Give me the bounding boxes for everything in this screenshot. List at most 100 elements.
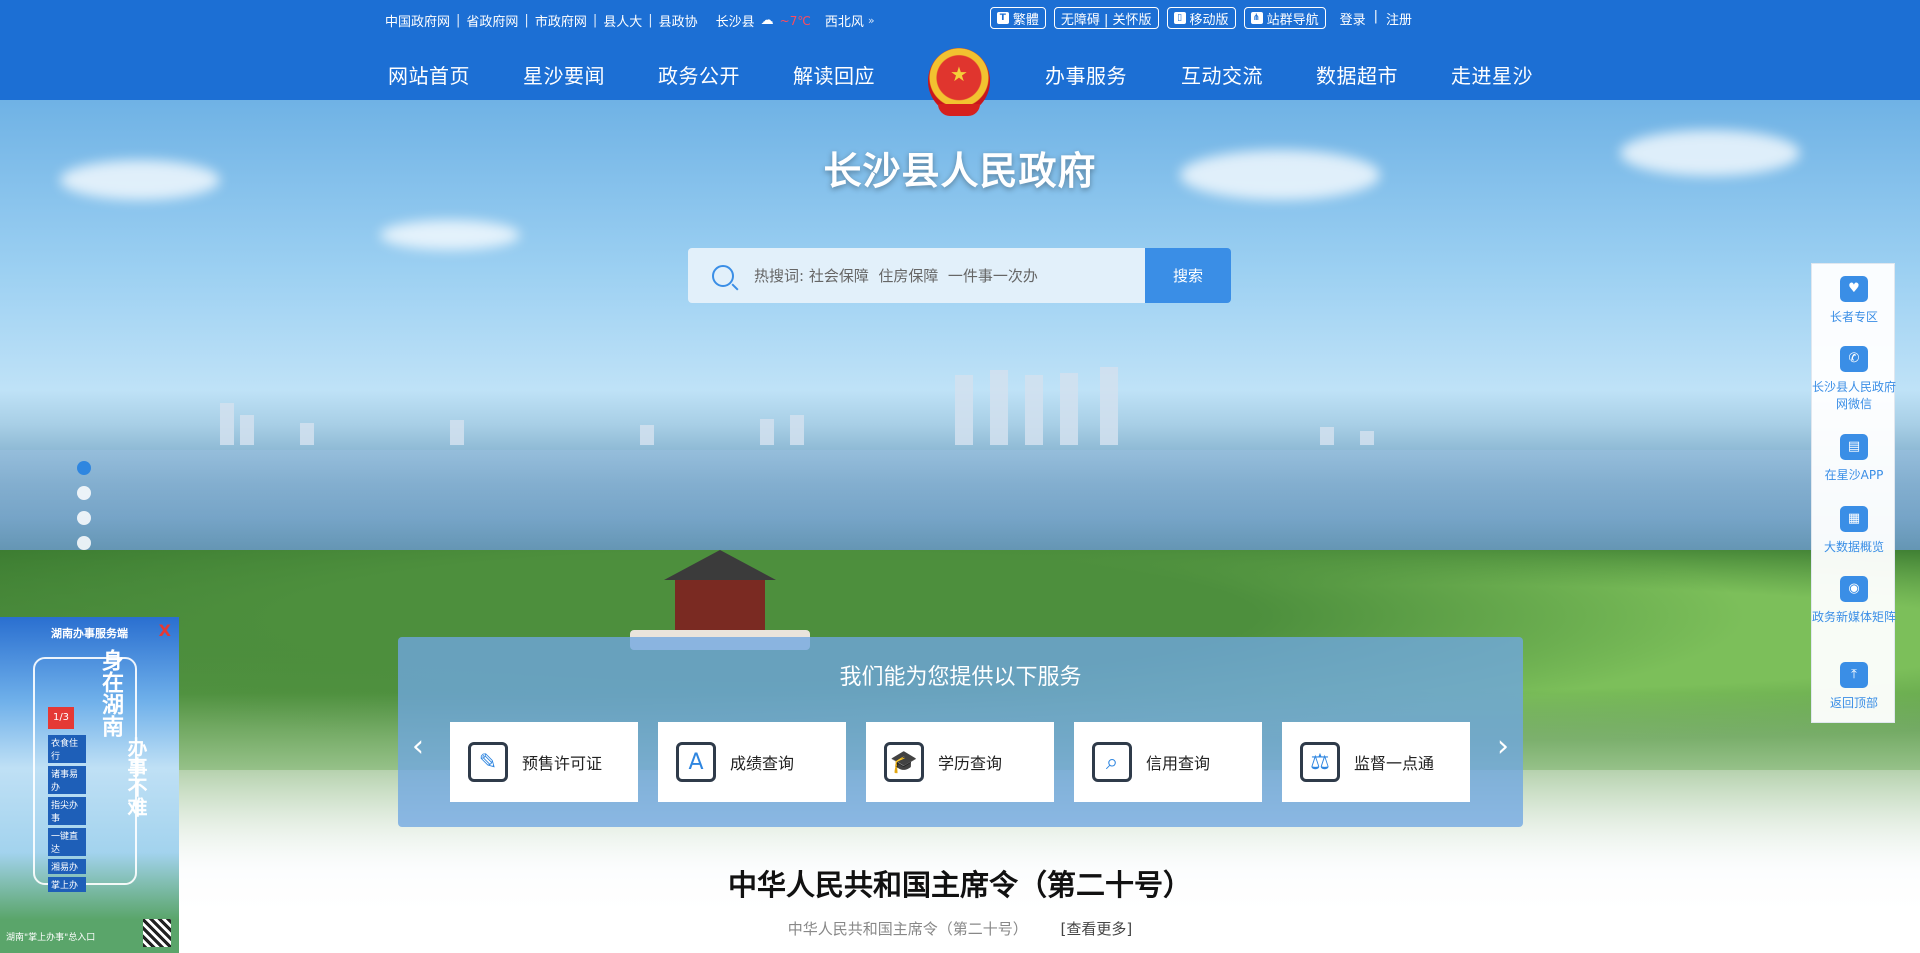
nav-gov-affairs[interactable]: 政务公开 <box>658 60 740 89</box>
link-central-gov[interactable]: 中国政府网 <box>385 11 450 30</box>
sidebar-item-label: 大数据概览 <box>1823 540 1884 554</box>
sidebar-item-label: 返回顶部 <box>1829 696 1878 710</box>
service-card-label: 监督一点通 <box>1354 754 1435 773</box>
ad-menu-item: 湘易办 <box>48 859 86 874</box>
chevron-right-icon[interactable]: › <box>1497 729 1509 764</box>
accessibility-label: 无障碍 | 关怀版 <box>1060 12 1152 28</box>
hunan-service-ad[interactable]: 湖南办事服务端 X 身在湖南 办事不难 1/3 衣食住行 诸事易办 指尖办事 一… <box>0 617 179 953</box>
ad-menu-item: 诸事易办 <box>48 766 86 794</box>
search-button[interactable]: 搜索 <box>1145 248 1231 303</box>
ad-header: 湖南办事服务端 <box>51 627 128 640</box>
service-card-grades[interactable]: A 成绩查询 <box>658 722 846 802</box>
sky-cloud <box>380 220 520 250</box>
site-group-nav-label: 站群导航 <box>1266 12 1319 28</box>
sidebar-item-media[interactable]: ◉ 政务新媒体矩阵 <box>1812 576 1896 625</box>
service-card-label: 信用查询 <box>1146 754 1211 773</box>
service-card-credit[interactable]: ⌕ 信用查询 <box>1074 722 1262 802</box>
nav-home[interactable]: 网站首页 <box>388 60 470 89</box>
sidebar-item-bigdata[interactable]: ▦ 大数据概览 <box>1812 506 1896 555</box>
news-subline[interactable]: 中华人民共和国主席令（第二十号） <box>788 920 1028 938</box>
arrow-up-icon: ⤒ <box>1840 662 1868 688</box>
search-box <box>688 248 1145 303</box>
sidebar-item-label: 在星沙APP <box>1824 468 1884 482</box>
search-input[interactable] <box>752 265 1082 286</box>
qr-code-icon <box>143 919 171 947</box>
sidebar-item-label: 政务新媒体矩阵 <box>1812 610 1897 624</box>
services-title: 我们能为您提供以下服务 <box>839 665 1082 690</box>
grade-a-icon: A <box>676 742 716 782</box>
service-cards: ✎ 预售许可证 A 成绩查询 🎓 学历查询 ⌕ 信用查询 ⚖ 监督一点通 <box>450 722 1470 802</box>
ad-menu-item: 掌上办 <box>48 877 86 892</box>
weather-widget: 长沙县 ☁ ~7℃ 西北风 » <box>716 11 875 30</box>
carousel-dot-2[interactable] <box>77 486 91 500</box>
mobile-icon: ▯ <box>1173 12 1186 24</box>
ad-menu-item: 指尖办事 <box>48 797 86 825</box>
ad-slogan-1: 身在湖南 <box>98 649 123 737</box>
ad-menu-item: 衣食住行 <box>48 735 86 763</box>
sidebar-item-elderly[interactable]: ♥ 长者专区 <box>1812 276 1896 325</box>
weather-location: 长沙县 <box>715 15 755 30</box>
nav-about[interactable]: 走进星沙 <box>1451 60 1533 89</box>
sidebar-item-label: 长者专区 <box>1829 310 1878 324</box>
top-utility-bar: 中国政府网 | 省政府网 | 市政府网 | 县人大 | 县政协 长沙县 ☁ ~7℃ 西北… <box>0 0 1920 40</box>
register-link[interactable]: 注册 <box>1386 9 1412 28</box>
news-headline[interactable]: 中华人民共和国主席令（第二十号） <box>0 862 1920 904</box>
ad-logo: 1/3 <box>48 707 74 729</box>
nav-interaction[interactable]: 互动交流 <box>1181 60 1263 89</box>
chevron-left-icon[interactable]: ‹ <box>412 729 424 764</box>
nav-services[interactable]: 办事服务 <box>1045 60 1127 89</box>
ad-slogan-2: 办事不难 <box>124 737 148 817</box>
top-links: 中国政府网 | 省政府网 | 市政府网 | 县人大 | 县政协 长沙县 ☁ ~7℃ 西北… <box>385 11 875 30</box>
nav-news[interactable]: 星沙要闻 <box>523 60 605 89</box>
login-link[interactable]: 登录 <box>1340 9 1366 28</box>
scales-icon: ⚖ <box>1300 742 1340 782</box>
nav-interpretation[interactable]: 解读回应 <box>793 60 875 89</box>
site-title: 长沙县人民政府 <box>823 149 1097 193</box>
link-county-congress[interactable]: 县人大 <box>603 11 642 30</box>
rain-cloud-icon: ☁ <box>760 13 774 28</box>
sitemap-icon: ⋔ <box>1250 12 1263 24</box>
link-province-gov[interactable]: 省政府网 <box>466 11 518 30</box>
emblem-star: ★ <box>950 62 968 86</box>
city-skyline <box>0 367 1920 445</box>
news-subline-row: 中华人民共和国主席令（第二十号） [查看更多] <box>0 918 1920 939</box>
chevron-right-icon[interactable]: » <box>868 14 875 27</box>
app-icon: ▤ <box>1840 434 1868 460</box>
traditional-chinese-button[interactable]: T 繁體 <box>989 7 1046 29</box>
graduation-cap-icon: 🎓 <box>884 742 924 782</box>
view-more-link[interactable]: [查看更多] <box>1061 920 1133 938</box>
weather-temperature: ~7℃ <box>779 13 811 28</box>
national-emblem-icon[interactable]: ★ <box>928 48 990 116</box>
link-county-cppcc[interactable]: 县政协 <box>659 11 698 30</box>
dashboard-icon: ▦ <box>1840 506 1868 532</box>
carousel-dot-4[interactable] <box>77 536 91 550</box>
services-panel: 我们能为您提供以下服务 ‹ ✎ 预售许可证 A 成绩查询 🎓 学历查询 ⌕ 信用… <box>398 637 1523 827</box>
auth-links: 登录 | 注册 <box>1340 9 1412 28</box>
carousel-dot-3[interactable] <box>77 511 91 525</box>
carousel-dot-1[interactable] <box>77 461 91 475</box>
service-card-supervision[interactable]: ⚖ 监督一点通 <box>1282 722 1470 802</box>
search-bar: 搜索 <box>688 248 1231 303</box>
close-icon[interactable]: X <box>159 621 171 640</box>
service-card-presale[interactable]: ✎ 预售许可证 <box>450 722 638 802</box>
mobile-version-button[interactable]: ▯ 移动版 <box>1166 7 1236 29</box>
credit-search-icon: ⌕ <box>1092 742 1132 782</box>
sidebar-item-back-top[interactable]: ⤒ 返回顶部 <box>1812 662 1896 711</box>
service-card-label: 学历查询 <box>938 754 1003 773</box>
sidebar-item-wechat[interactable]: ✆ 长沙县人民政府网微信 <box>1812 346 1896 412</box>
service-card-education[interactable]: 🎓 学历查询 <box>866 722 1054 802</box>
emblem-ribbon <box>938 104 980 116</box>
media-matrix-icon: ◉ <box>1840 576 1868 602</box>
accessibility-button[interactable]: 无障碍 | 关怀版 <box>1053 7 1159 29</box>
auth-separator: | <box>1373 8 1378 24</box>
text-t-icon: T <box>996 12 1009 24</box>
link-city-gov[interactable]: 市政府网 <box>535 11 587 30</box>
site-group-nav-button[interactable]: ⋔ 站群导航 <box>1243 7 1326 29</box>
nav-data-market[interactable]: 数据超市 <box>1316 60 1398 89</box>
heart-hand-icon: ♥ <box>1840 276 1868 302</box>
sidebar-item-app[interactable]: ▤ 在星沙APP <box>1812 434 1896 483</box>
wechat-icon: ✆ <box>1840 346 1868 372</box>
headline-news: 中华人民共和国主席令（第二十号） 中华人民共和国主席令（第二十号） [查看更多] <box>0 862 1920 939</box>
ad-footer: 湖南"掌上办事"总入口 <box>6 933 96 943</box>
service-card-label: 成绩查询 <box>730 754 795 773</box>
